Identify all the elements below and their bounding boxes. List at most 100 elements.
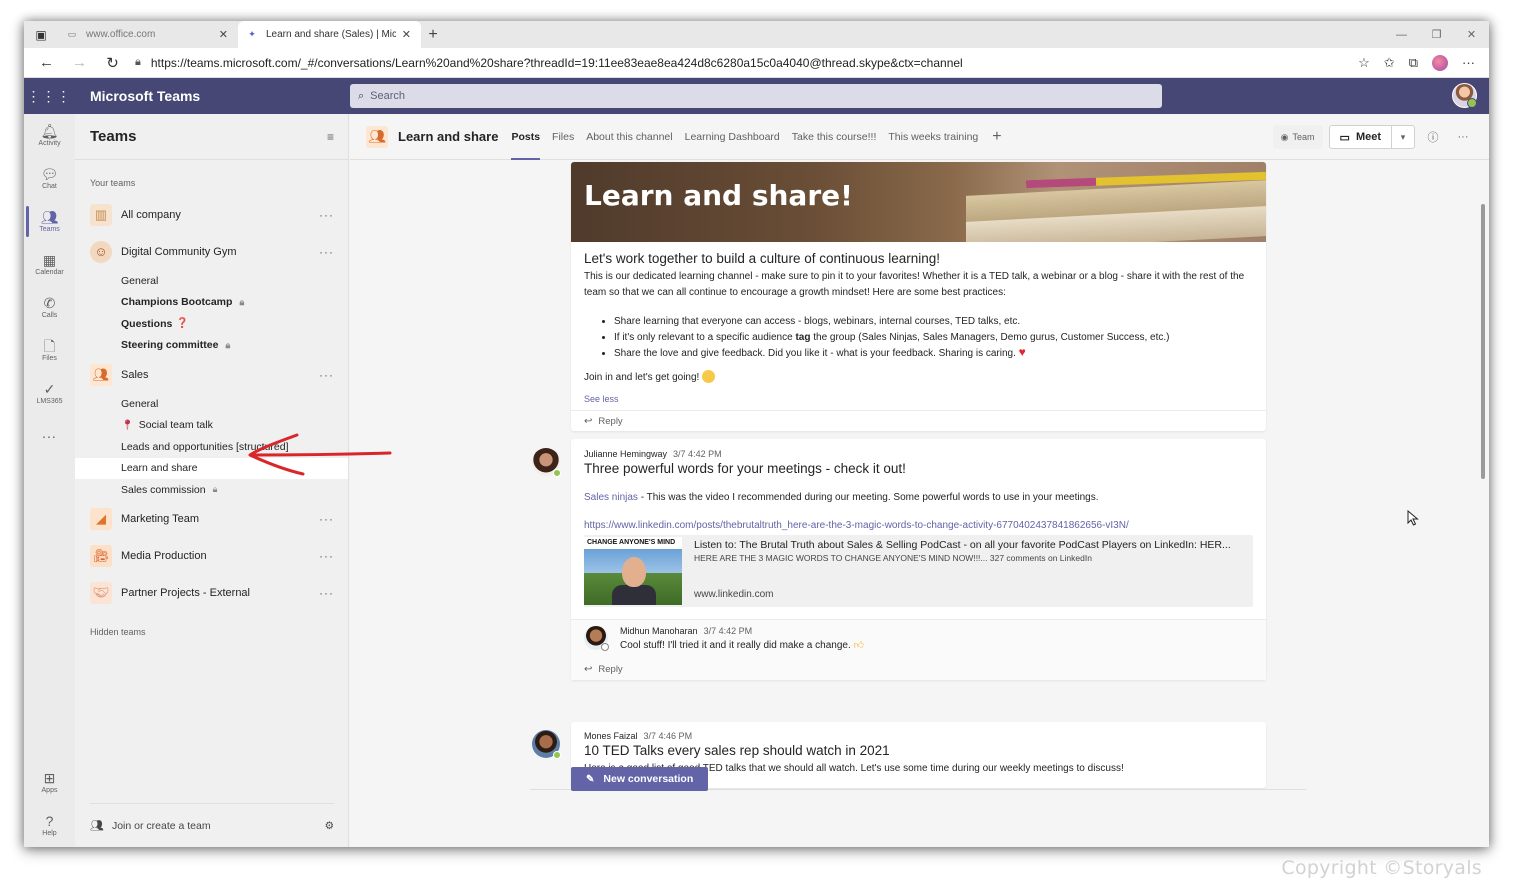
see-less-link[interactable]: See less bbox=[584, 394, 1253, 404]
add-tab-icon[interactable]: + bbox=[992, 128, 1001, 146]
more-options-icon[interactable]: ··· bbox=[319, 208, 334, 222]
profile-avatar[interactable] bbox=[1432, 54, 1448, 71]
bullet-bold-text: tag bbox=[795, 331, 811, 343]
browser-tab-teams[interactable]: ✦ Learn and share (Sales) | Microso ✕ bbox=[238, 21, 421, 48]
avatar[interactable] bbox=[532, 730, 561, 759]
rail-bottom: ⊞ Apps ? Help bbox=[24, 761, 75, 847]
tab-posts[interactable]: Posts bbox=[511, 114, 540, 160]
tab-take-course[interactable]: Take this course!!! bbox=[792, 114, 877, 160]
filter-icon[interactable]: ≡ bbox=[327, 130, 334, 144]
url-text: https://teams.microsoft.com/_#/conversat… bbox=[150, 55, 963, 70]
post-text: This is our dedicated learning channel -… bbox=[584, 271, 1245, 298]
eye-icon: ◉ bbox=[1280, 131, 1289, 142]
rail-lms365[interactable]: ✓ LMS365 bbox=[24, 372, 75, 415]
favorites-icon[interactable]: ✩ bbox=[1384, 55, 1395, 71]
rail-chat[interactable]: 💬︎ Chat bbox=[24, 157, 75, 200]
info-icon[interactable]: ⓘ bbox=[1421, 129, 1445, 145]
channel-name: Steering committee bbox=[121, 339, 219, 352]
search-input[interactable]: ⌕ Search bbox=[350, 84, 1162, 108]
meet-button[interactable]: ▭ Meet ▾ bbox=[1328, 125, 1415, 149]
preview-text: Listen to: The Brutal Truth about Sales … bbox=[682, 535, 1253, 607]
back-icon[interactable]: ← bbox=[30, 54, 63, 71]
user-avatar[interactable] bbox=[1452, 83, 1477, 108]
channel-item[interactable]: Champions Bootcamp 🔒︎ bbox=[75, 292, 348, 314]
meet-now-button[interactable]: ▭ Meet bbox=[1330, 126, 1392, 148]
tab-about-channel[interactable]: About this channel bbox=[586, 114, 672, 160]
tab-actions-icon[interactable]: ▣ bbox=[24, 21, 58, 48]
rail-teams[interactable]: 👥︎ Teams bbox=[24, 200, 75, 243]
channel-item[interactable]: General bbox=[75, 393, 348, 415]
reply-button[interactable]: ↩ Reply bbox=[571, 659, 1266, 680]
team-marketing[interactable]: ◢ Marketing Team ··· bbox=[75, 501, 348, 538]
tab-files[interactable]: Files bbox=[552, 114, 574, 160]
rail-help[interactable]: ? Help bbox=[24, 804, 75, 847]
rail-activity[interactable]: 🔔︎ Activity bbox=[24, 114, 75, 157]
more-options-icon[interactable]: ··· bbox=[319, 368, 334, 382]
close-window-icon[interactable]: ✕ bbox=[1454, 21, 1489, 48]
post-text: Sales ninjas - This was the video I reco… bbox=[584, 490, 1253, 506]
thumbs-up-icon: 👍︎ bbox=[853, 639, 864, 651]
team-sales[interactable]: 👥︎ Sales ··· bbox=[75, 356, 348, 393]
rail-calls[interactable]: ✆ Calls bbox=[24, 286, 75, 329]
team-avatar: 👥︎ bbox=[366, 125, 388, 148]
chevron-down-icon[interactable]: ▾ bbox=[1392, 126, 1414, 148]
your-teams-label: Your teams bbox=[90, 178, 136, 188]
restore-icon[interactable]: ❐ bbox=[1419, 21, 1454, 48]
url-field[interactable]: 🔒︎ https://teams.microsoft.com/_#/conver… bbox=[135, 56, 1358, 70]
apps-icon: ⊞ bbox=[43, 770, 56, 786]
feed-scrollbar[interactable] bbox=[1481, 204, 1485, 479]
rail-label: LMS365 bbox=[36, 398, 63, 405]
link-preview-card[interactable]: CHANGE ANYONE'S MIND Listen to: The Brut… bbox=[584, 534, 1253, 607]
calendar-icon: ▦ bbox=[42, 252, 57, 268]
lock-icon[interactable]: 🔒︎ bbox=[135, 56, 141, 69]
team-partner-projects[interactable]: 🤝︎ Partner Projects - External ··· bbox=[75, 575, 348, 612]
reply-text-body: Cool stuff! I'll tried it and it really … bbox=[620, 639, 851, 651]
team-button[interactable]: ◉ Team bbox=[1272, 125, 1323, 149]
channel-name: Social team talk bbox=[138, 419, 213, 432]
more-options-icon[interactable]: ··· bbox=[319, 549, 334, 563]
collections-icon[interactable]: ⧉ bbox=[1409, 55, 1418, 71]
channel-item[interactable]: Questions ❓ bbox=[75, 313, 348, 335]
close-tab-icon[interactable]: ✕ bbox=[219, 28, 228, 41]
bullet-text: If it's only relevant to a specific audi… bbox=[614, 331, 796, 343]
new-conversation-button[interactable]: ✎ New conversation bbox=[571, 767, 709, 791]
browser-tab-office[interactable]: ▭ www.office.com ✕ bbox=[58, 21, 238, 48]
join-create-team-button[interactable]: 👥︎ Join or create a team bbox=[90, 819, 211, 832]
app-launcher-icon[interactable]: ⋮⋮⋮ bbox=[24, 78, 74, 114]
tab-learning-dashboard[interactable]: Learning Dashboard bbox=[685, 114, 780, 160]
avatar[interactable] bbox=[584, 625, 609, 651]
annotation-arrow bbox=[248, 433, 392, 476]
more-options-icon[interactable]: ··· bbox=[319, 512, 334, 526]
reply-icon: ↩ bbox=[584, 415, 593, 427]
more-options-icon[interactable]: ··· bbox=[1451, 131, 1475, 143]
settings-gear-icon[interactable]: ⚙ bbox=[325, 820, 334, 832]
rail-files[interactable]: 🗋 Files bbox=[24, 329, 75, 372]
rail-apps[interactable]: ⊞ Apps bbox=[24, 761, 75, 804]
channel-item[interactable]: General bbox=[75, 270, 348, 292]
rail-calendar[interactable]: ▦ Calendar bbox=[24, 243, 75, 286]
tab-weeks-training[interactable]: This weeks training bbox=[888, 114, 978, 160]
team-name: Partner Projects - External bbox=[121, 587, 250, 599]
more-options-icon[interactable]: ··· bbox=[1462, 55, 1475, 70]
refresh-icon[interactable]: ↻ bbox=[96, 54, 129, 72]
more-options-icon[interactable]: ··· bbox=[319, 245, 334, 259]
channel-item[interactable]: Sales commission 🔒︎ bbox=[75, 479, 348, 501]
more-apps-icon[interactable]: ... bbox=[24, 415, 75, 451]
close-tab-icon[interactable]: ✕ bbox=[402, 28, 411, 41]
avatar[interactable] bbox=[532, 448, 561, 477]
add-favorite-icon[interactable]: ☆ bbox=[1358, 55, 1370, 71]
linkedin-link[interactable]: https://www.linkedin.com/posts/thebrutal… bbox=[584, 520, 1253, 531]
mention-link[interactable]: Sales ninjas bbox=[584, 492, 638, 503]
channel-item[interactable]: Steering committee 🔒︎ bbox=[75, 335, 348, 357]
banner-title: Learn and share! bbox=[584, 179, 853, 212]
reply-button[interactable]: ↩ Reply bbox=[571, 410, 1266, 431]
team-media-production[interactable]: 🎥︎ Media Production ··· bbox=[75, 538, 348, 575]
team-all-company[interactable]: ▥ All company ··· bbox=[75, 196, 348, 233]
team-digital-community-gym[interactable]: ☺ Digital Community Gym ··· bbox=[75, 233, 348, 270]
forward-icon[interactable]: → bbox=[63, 54, 96, 71]
minimize-icon[interactable]: — bbox=[1384, 21, 1419, 48]
reply-label: Reply bbox=[598, 415, 623, 427]
more-options-icon[interactable]: ··· bbox=[319, 586, 334, 600]
new-tab-icon[interactable]: + bbox=[421, 21, 445, 48]
hidden-teams-label[interactable]: Hidden teams bbox=[75, 612, 348, 652]
